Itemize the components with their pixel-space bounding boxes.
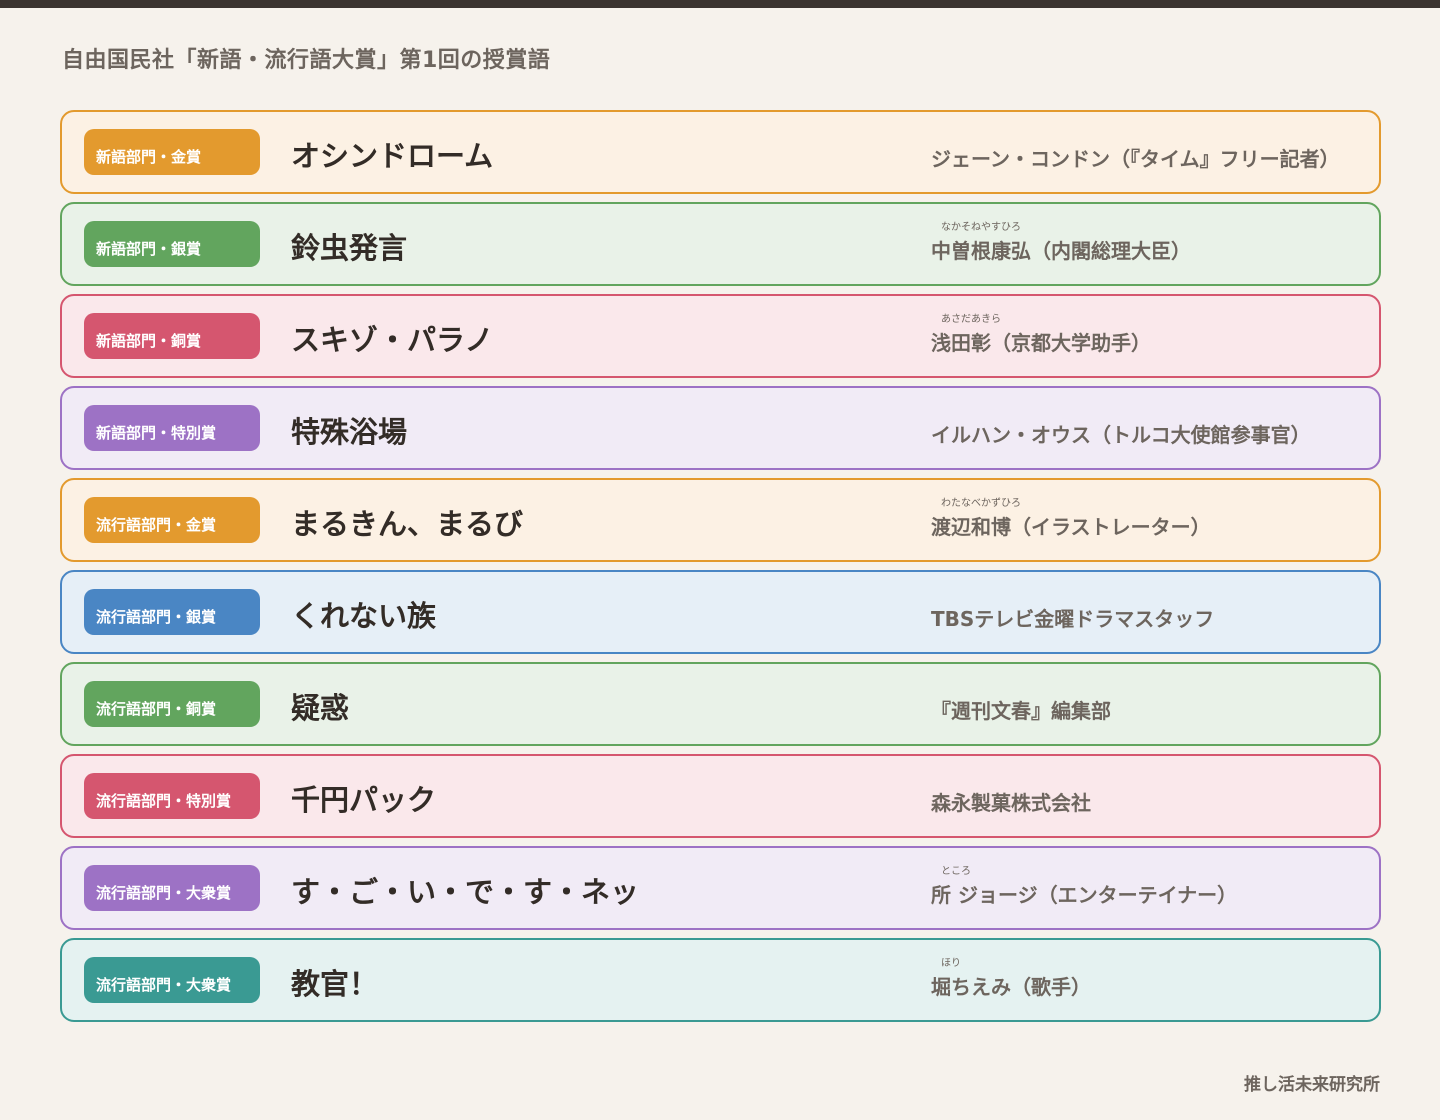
award-word: まるきん、まるび bbox=[291, 507, 524, 541]
top-bar bbox=[0, 0, 1440, 8]
recipient-name: ジェーン・コンドン（『タイム』フリー記者） bbox=[931, 147, 1340, 171]
category-badge: 流行語部門・大衆賞 bbox=[84, 957, 260, 1003]
category-badge: 流行語部門・銀賞 bbox=[84, 589, 260, 635]
recipient-name: 浅田彰（京都大学助手） bbox=[931, 331, 1151, 355]
recipient: ほり堀ちえみ（歌手） bbox=[931, 948, 1371, 1014]
recipient: TBSテレビ金曜ドラマスタッフ bbox=[931, 580, 1371, 646]
recipient: イルハン・オウス（トルコ大使館参事官） bbox=[931, 396, 1371, 462]
award-row: 流行語部門・銀賞 くれない族 TBSテレビ金曜ドラマスタッフ bbox=[60, 570, 1381, 654]
award-word: す・ご・い・で・す・ネッ bbox=[291, 875, 640, 909]
award-row: 新語部門・金賞 オシンドローム ジェーン・コンドン（『タイム』フリー記者） bbox=[60, 110, 1381, 194]
recipient: なかそねやすひろ中曽根康弘（内閣総理大臣） bbox=[931, 212, 1371, 278]
recipient: 『週刊文春』編集部 bbox=[931, 672, 1371, 738]
award-word: スキゾ・パラノ bbox=[291, 323, 494, 357]
recipient-ruby: なかそねやすひろ bbox=[941, 222, 1021, 233]
page-title: 自由国民社「新語・流行語大賞」第1回の授賞語 bbox=[62, 48, 551, 73]
category-badge: 流行語部門・銅賞 bbox=[84, 681, 260, 727]
recipient-ruby: ところ bbox=[941, 866, 971, 877]
recipient: ところ 所 ジョージ（エンターテイナー） bbox=[931, 856, 1371, 922]
recipient-name: 堀ちえみ（歌手） bbox=[931, 975, 1091, 999]
category-badge: 新語部門・特別賞 bbox=[84, 405, 260, 451]
award-row: 新語部門・銀賞 鈴虫発言 なかそねやすひろ中曽根康弘（内閣総理大臣） bbox=[60, 202, 1381, 286]
recipient-ruby: ほり bbox=[941, 958, 961, 969]
award-word: 疑惑 bbox=[291, 691, 350, 725]
award-word: 鈴虫発言 bbox=[291, 231, 408, 265]
award-list: 新語部門・金賞 オシンドローム ジェーン・コンドン（『タイム』フリー記者） 新語部門・… bbox=[60, 110, 1381, 1030]
recipient-name: 『週刊文春』編集部 bbox=[931, 699, 1111, 723]
recipient: わたなべかずひろ渡辺和博（イラストレーター） bbox=[931, 488, 1371, 554]
recipient: 森永製菓株式会社 bbox=[931, 764, 1371, 830]
category-badge: 流行語部門・特別賞 bbox=[84, 773, 260, 819]
award-row: 流行語部門・金賞 まるきん、まるび わたなべかずひろ渡辺和博（イラストレーター） bbox=[60, 478, 1381, 562]
recipient: ジェーン・コンドン（『タイム』フリー記者） bbox=[931, 120, 1371, 186]
award-word: くれない族 bbox=[291, 599, 437, 633]
recipient-name: 所 ジョージ（エンターテイナー） bbox=[931, 883, 1238, 907]
category-badge: 流行語部門・金賞 bbox=[84, 497, 260, 543]
category-badge: 新語部門・銀賞 bbox=[84, 221, 260, 267]
recipient-ruby: わたなべかずひろ bbox=[941, 498, 1021, 509]
award-row: 流行語部門・特別賞 千円パック 森永製菓株式会社 bbox=[60, 754, 1381, 838]
award-word: 特殊浴場 bbox=[291, 415, 408, 449]
footer-credit: 推し活未来研究所 bbox=[1244, 1075, 1380, 1095]
recipient: あさだあきら浅田彰（京都大学助手） bbox=[931, 304, 1371, 370]
recipient-name: イルハン・オウス（トルコ大使館参事官） bbox=[931, 423, 1311, 447]
award-word: オシンドローム bbox=[291, 139, 494, 173]
award-word: 千円パック bbox=[291, 783, 437, 817]
award-row: 新語部門・銅賞 スキゾ・パラノ あさだあきら浅田彰（京都大学助手） bbox=[60, 294, 1381, 378]
recipient-ruby: あさだあきら bbox=[941, 314, 1001, 325]
recipient-name: 森永製菓株式会社 bbox=[931, 791, 1091, 815]
award-row: 流行語部門・大衆賞 教官！ ほり堀ちえみ（歌手） bbox=[60, 938, 1381, 1022]
category-badge: 新語部門・金賞 bbox=[84, 129, 260, 175]
award-row: 新語部門・特別賞 特殊浴場 イルハン・オウス（トルコ大使館参事官） bbox=[60, 386, 1381, 470]
category-badge: 流行語部門・大衆賞 bbox=[84, 865, 260, 911]
recipient-name: 中曽根康弘（内閣総理大臣） bbox=[931, 239, 1191, 263]
award-word: 教官！ bbox=[291, 967, 379, 1001]
award-row: 流行語部門・大衆賞 す・ご・い・で・す・ネッ ところ 所 ジョージ（エンターテイナー… bbox=[60, 846, 1381, 930]
category-badge: 新語部門・銅賞 bbox=[84, 313, 260, 359]
recipient-name: 渡辺和博（イラストレーター） bbox=[931, 515, 1211, 539]
recipient-name: TBSテレビ金曜ドラマスタッフ bbox=[931, 607, 1215, 631]
award-row: 流行語部門・銅賞 疑惑 『週刊文春』編集部 bbox=[60, 662, 1381, 746]
